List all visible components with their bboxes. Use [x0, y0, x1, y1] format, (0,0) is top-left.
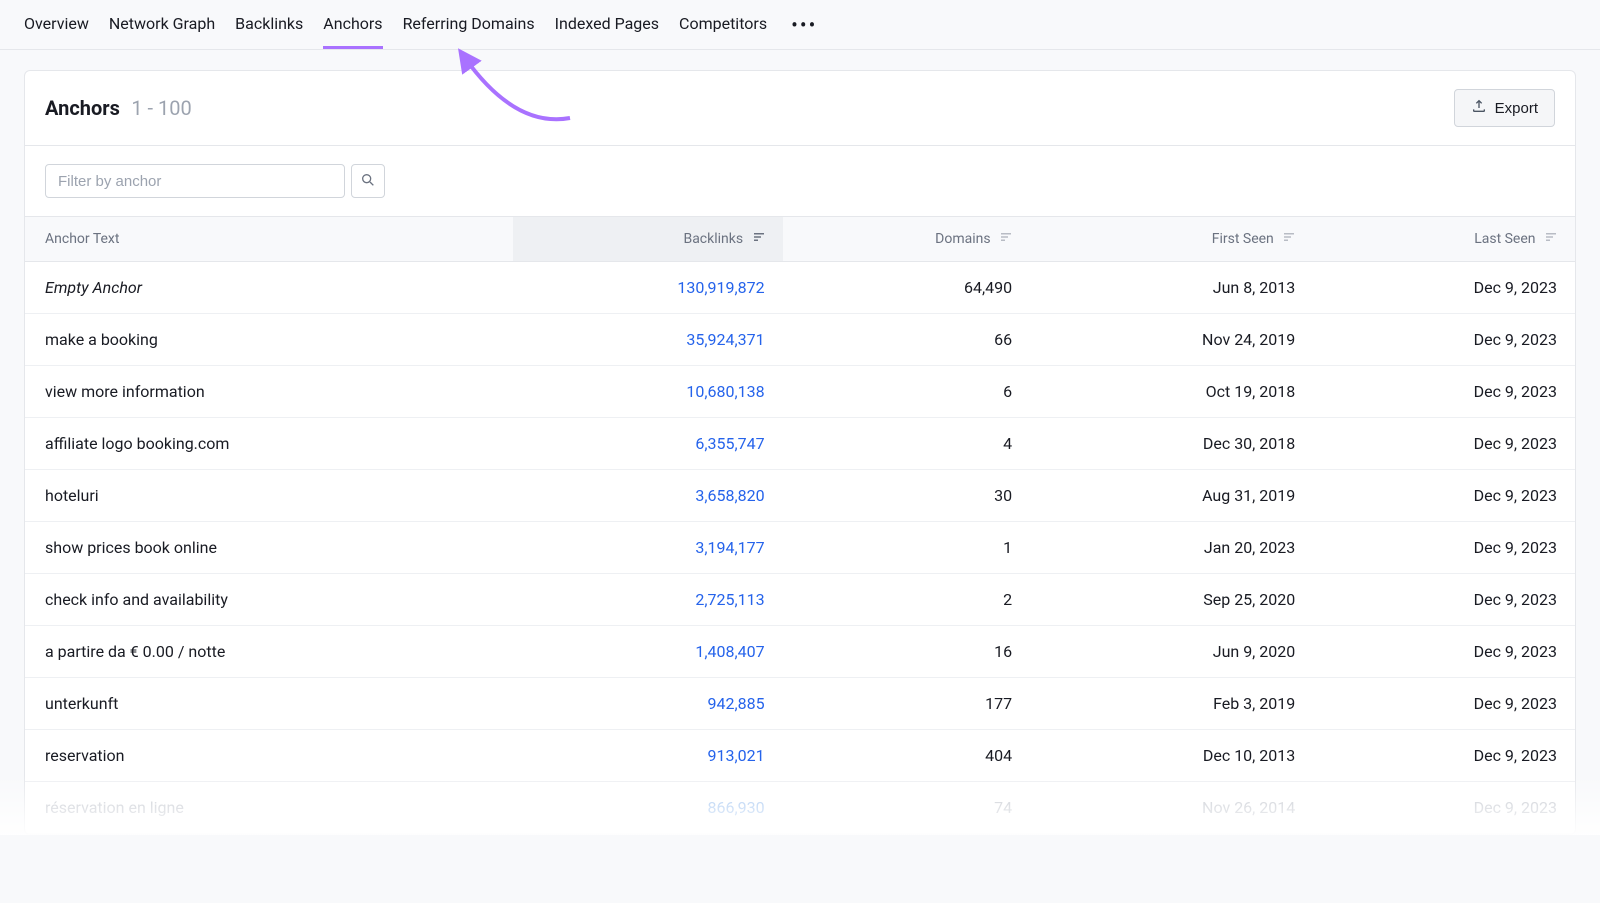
nav-tabs: Overview Network Graph Backlinks Anchors Ref…	[0, 0, 1600, 50]
table-row[interactable]: unterkunft942,885177Feb 3, 2019Dec 9, 20…	[25, 678, 1575, 730]
tab-indexed-pages[interactable]: Indexed Pages	[555, 0, 659, 49]
cell-anchor: hoteluri	[25, 470, 513, 522]
table-row[interactable]: check info and availability2,725,1132Sep…	[25, 574, 1575, 626]
col-first-seen[interactable]: First Seen	[1030, 217, 1313, 262]
cell-first_seen: Feb 3, 2019	[1030, 678, 1313, 730]
cell-anchor: check info and availability	[25, 574, 513, 626]
tab-referring-domains[interactable]: Referring Domains	[403, 0, 535, 49]
cell-domains: 6	[783, 366, 1030, 418]
cell-first_seen: Jun 9, 2020	[1030, 626, 1313, 678]
panel-title: Anchors	[45, 96, 120, 120]
sort-icon	[1000, 231, 1012, 247]
cell-domains: 404	[783, 730, 1030, 782]
cell-backlinks: 2,725,113	[513, 574, 783, 626]
sort-icon	[1283, 231, 1295, 247]
cell-first_seen: Oct 19, 2018	[1030, 366, 1313, 418]
cell-backlinks: 3,194,177	[513, 522, 783, 574]
col-anchor-text[interactable]: Anchor Text	[25, 217, 513, 262]
cell-last_seen: Dec 9, 2023	[1313, 678, 1575, 730]
cell-domains: 30	[783, 470, 1030, 522]
cell-anchor: Empty Anchor	[25, 262, 513, 314]
cell-first_seen: Sep 25, 2020	[1030, 574, 1313, 626]
cell-anchor: reservation	[25, 730, 513, 782]
more-tabs-icon[interactable]: •••	[787, 13, 821, 37]
cell-backlinks: 1,408,407	[513, 626, 783, 678]
cell-last_seen: Dec 9, 2023	[1313, 470, 1575, 522]
panel-range: 1 - 100	[131, 96, 191, 120]
tab-anchors[interactable]: Anchors	[323, 0, 382, 49]
table-row[interactable]: make a booking35,924,37166Nov 24, 2019De…	[25, 314, 1575, 366]
cell-last_seen: Dec 9, 2023	[1313, 574, 1575, 626]
cell-anchor: unterkunft	[25, 678, 513, 730]
cell-first_seen: Jun 8, 2013	[1030, 262, 1313, 314]
cell-last_seen: Dec 9, 2023	[1313, 314, 1575, 366]
cell-anchor: a partire da € 0.00 / notte	[25, 626, 513, 678]
cell-first_seen: Jan 20, 2023	[1030, 522, 1313, 574]
col-backlinks[interactable]: Backlinks	[513, 217, 783, 262]
cell-domains: 64,490	[783, 262, 1030, 314]
cell-domains: 4	[783, 418, 1030, 470]
sort-icon	[1545, 231, 1557, 247]
cell-domains: 74	[783, 782, 1030, 834]
table-row[interactable]: view more information10,680,1386Oct 19, …	[25, 366, 1575, 418]
col-domains[interactable]: Domains	[783, 217, 1030, 262]
tab-backlinks[interactable]: Backlinks	[235, 0, 303, 49]
search-icon	[360, 172, 376, 191]
cell-first_seen: Dec 10, 2013	[1030, 730, 1313, 782]
filter-row	[25, 146, 1575, 216]
anchors-panel: Anchors 1 - 100 Export	[24, 70, 1576, 835]
table-row[interactable]: Empty Anchor130,919,87264,490Jun 8, 2013…	[25, 262, 1575, 314]
cell-last_seen: Dec 9, 2023	[1313, 626, 1575, 678]
cell-last_seen: Dec 9, 2023	[1313, 418, 1575, 470]
cell-domains: 16	[783, 626, 1030, 678]
cell-anchor: réservation en ligne	[25, 782, 513, 834]
cell-first_seen: Aug 31, 2019	[1030, 470, 1313, 522]
tab-competitors[interactable]: Competitors	[679, 0, 767, 49]
cell-backlinks: 10,680,138	[513, 366, 783, 418]
cell-backlinks: 6,355,747	[513, 418, 783, 470]
anchors-table: Anchor Text Backlinks Domains	[25, 216, 1575, 834]
table-row[interactable]: a partire da € 0.00 / notte1,408,40716Ju…	[25, 626, 1575, 678]
cell-first_seen: Nov 26, 2014	[1030, 782, 1313, 834]
cell-last_seen: Dec 9, 2023	[1313, 366, 1575, 418]
cell-domains: 177	[783, 678, 1030, 730]
cell-domains: 66	[783, 314, 1030, 366]
filter-input[interactable]	[45, 164, 345, 198]
cell-last_seen: Dec 9, 2023	[1313, 262, 1575, 314]
tab-overview[interactable]: Overview	[24, 0, 89, 49]
cell-last_seen: Dec 9, 2023	[1313, 730, 1575, 782]
cell-backlinks: 3,658,820	[513, 470, 783, 522]
search-button[interactable]	[351, 164, 385, 198]
cell-last_seen: Dec 9, 2023	[1313, 522, 1575, 574]
sort-icon	[753, 231, 765, 247]
cell-anchor: show prices book online	[25, 522, 513, 574]
cell-backlinks: 130,919,872	[513, 262, 783, 314]
cell-domains: 2	[783, 574, 1030, 626]
panel-header: Anchors 1 - 100 Export	[25, 71, 1575, 146]
cell-backlinks: 942,885	[513, 678, 783, 730]
table-row[interactable]: hoteluri3,658,82030Aug 31, 2019Dec 9, 20…	[25, 470, 1575, 522]
cell-anchor: affiliate logo booking.com	[25, 418, 513, 470]
export-icon	[1471, 98, 1487, 118]
cell-backlinks: 866,930	[513, 782, 783, 834]
export-button[interactable]: Export	[1454, 89, 1555, 127]
table-row[interactable]: affiliate logo booking.com6,355,7474Dec …	[25, 418, 1575, 470]
table-row[interactable]: show prices book online3,194,1771Jan 20,…	[25, 522, 1575, 574]
table-row[interactable]: reservation913,021404Dec 10, 2013Dec 9, …	[25, 730, 1575, 782]
cell-first_seen: Dec 30, 2018	[1030, 418, 1313, 470]
cell-anchor: make a booking	[25, 314, 513, 366]
cell-first_seen: Nov 24, 2019	[1030, 314, 1313, 366]
cell-domains: 1	[783, 522, 1030, 574]
export-label: Export	[1495, 100, 1538, 117]
tab-network-graph[interactable]: Network Graph	[109, 0, 215, 49]
cell-backlinks: 35,924,371	[513, 314, 783, 366]
table-row[interactable]: réservation en ligne866,93074Nov 26, 201…	[25, 782, 1575, 834]
col-last-seen[interactable]: Last Seen	[1313, 217, 1575, 262]
cell-backlinks: 913,021	[513, 730, 783, 782]
cell-last_seen: Dec 9, 2023	[1313, 782, 1575, 834]
cell-anchor: view more information	[25, 366, 513, 418]
